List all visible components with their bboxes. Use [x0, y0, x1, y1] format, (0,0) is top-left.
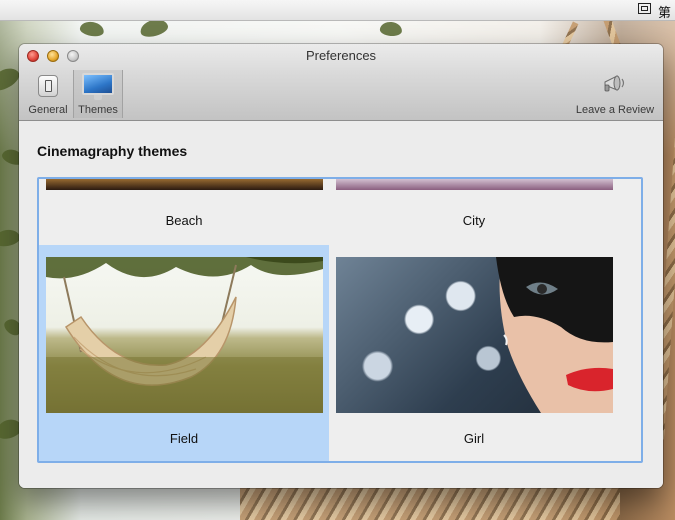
beach-thumbnail	[46, 179, 323, 190]
girl-thumbnail	[336, 257, 613, 413]
toolbar-review-button[interactable]: Leave a Review	[573, 70, 657, 118]
field-thumbnail	[46, 257, 323, 413]
theme-label: City	[462, 213, 486, 228]
theme-label: Beach	[165, 213, 203, 228]
switch-icon	[38, 75, 58, 97]
theme-item-city[interactable]: City	[329, 179, 619, 239]
display-icon[interactable]	[638, 3, 651, 14]
megaphone-icon	[604, 75, 625, 92]
preferences-window: Preferences General Themes Leave a Revie…	[19, 44, 663, 488]
title-bar: Preferences General Themes Leave a Revie…	[19, 44, 663, 121]
theme-grid[interactable]: Beach City Field Girl	[37, 177, 643, 463]
theme-label: Girl	[463, 431, 485, 446]
city-thumbnail	[336, 179, 613, 190]
menu-bar-input-source[interactable]: 第	[658, 2, 671, 21]
menu-bar: 第	[0, 0, 675, 21]
toolbar-general-label: General	[28, 104, 68, 116]
monitor-icon	[82, 73, 114, 100]
toolbar-general-tab[interactable]: General	[23, 70, 73, 118]
theme-label: Field	[169, 431, 199, 446]
leaf-decoration	[379, 21, 403, 37]
window-title: Preferences	[305, 48, 377, 63]
theme-item-beach[interactable]: Beach	[39, 179, 329, 239]
rope-decoration	[240, 488, 620, 520]
section-title: Cinemagraphy themes	[37, 143, 188, 159]
toolbar-themes-tab[interactable]: Themes	[73, 70, 123, 118]
toolbar-review-label: Leave a Review	[575, 104, 655, 116]
toolbar-themes-label: Themes	[78, 104, 118, 116]
theme-item-girl[interactable]: Girl	[329, 245, 619, 461]
theme-item-field[interactable]: Field	[39, 245, 329, 461]
leaf-decoration	[78, 20, 106, 38]
preferences-content: Cinemagraphy themes Beach City Field Gir…	[19, 121, 663, 488]
leaf-decoration	[0, 227, 22, 249]
